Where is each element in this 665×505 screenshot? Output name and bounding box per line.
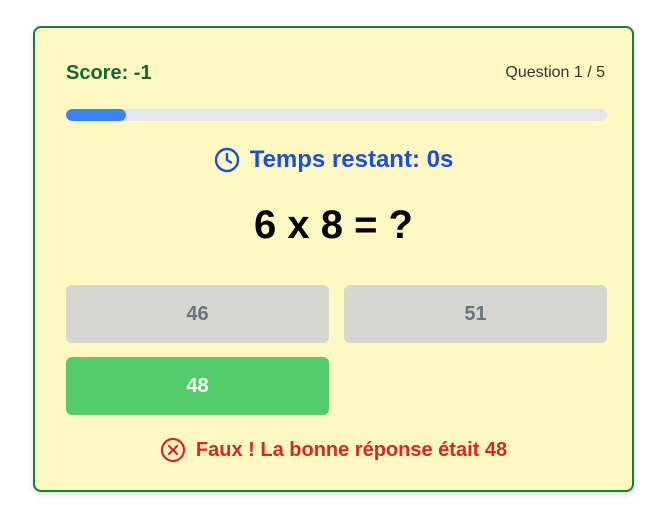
question-text: 6 x 8 = ? — [254, 203, 413, 247]
timer: Temps restant: 0s — [35, 146, 632, 174]
timer-text: Temps restant: 0s — [249, 146, 454, 173]
x-circle-icon — [160, 437, 186, 463]
score-label: Score: -1 — [66, 62, 152, 84]
progress-bar-fill — [66, 109, 126, 121]
clock-icon — [214, 147, 240, 173]
answer-button-2[interactable]: 51 — [344, 285, 607, 343]
question-counter: Question 1 / 5 — [505, 64, 605, 81]
feedback-text: Faux ! La bonne réponse était 48 — [195, 438, 508, 461]
progress-bar — [66, 109, 607, 121]
quiz-card: Score: -1 Question 1 / 5 Temps restant: … — [33, 26, 634, 492]
feedback-message: Faux ! La bonne réponse était 48 — [35, 437, 632, 463]
answer-button-1[interactable]: 46 — [66, 285, 329, 343]
answer-button-3[interactable]: 48 — [66, 357, 329, 415]
